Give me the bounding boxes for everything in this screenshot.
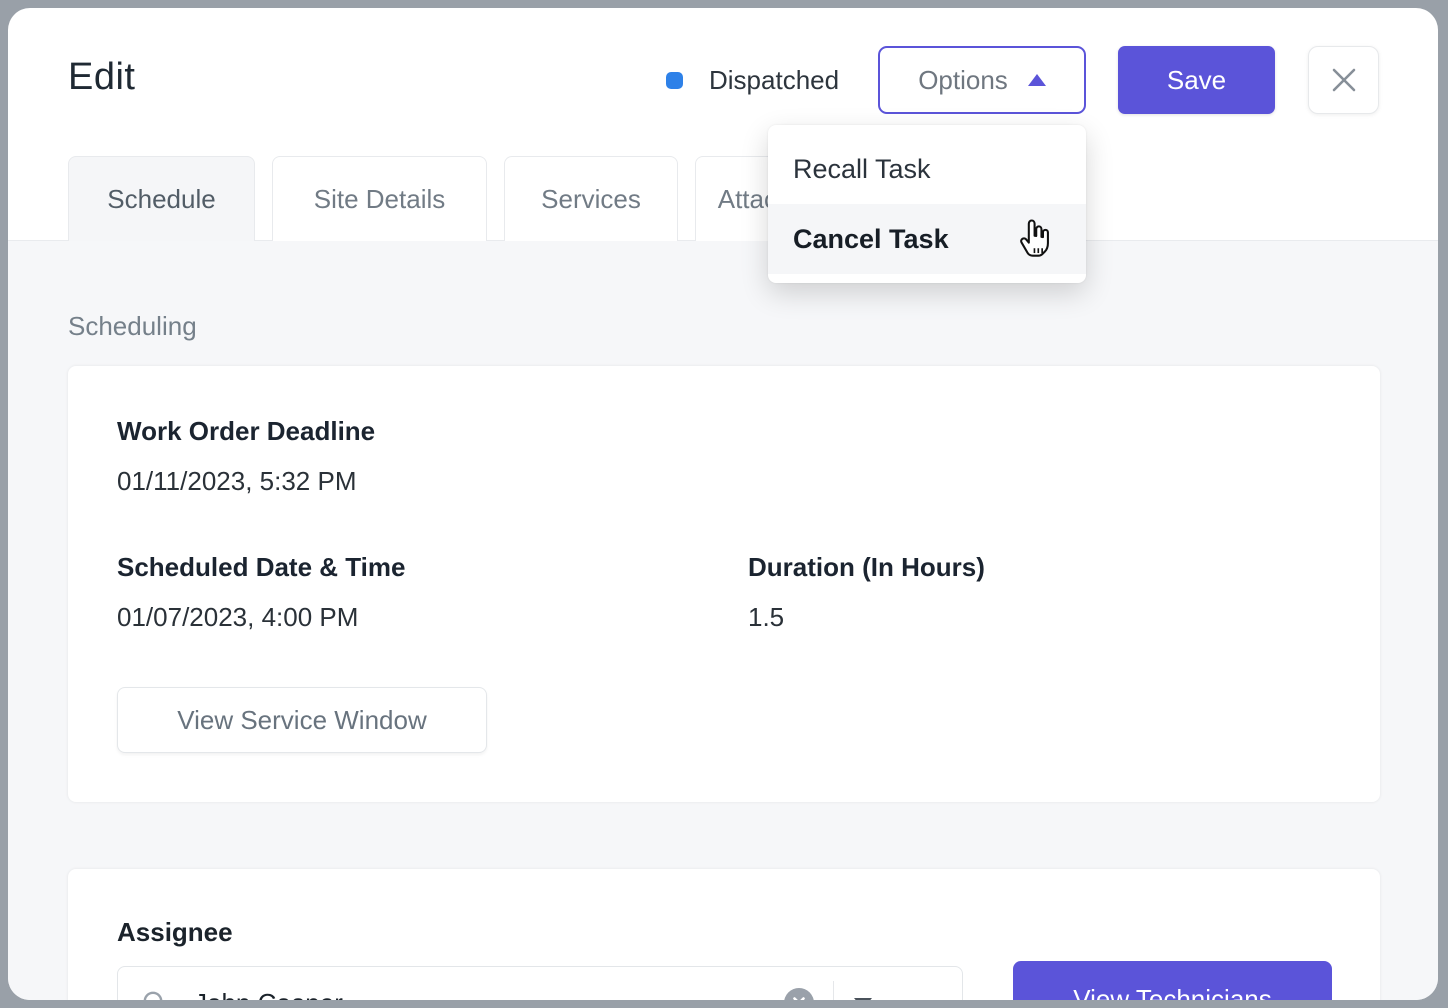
assignee-card: Assignee View Technicians (68, 869, 1380, 1000)
status-label: Dispatched (709, 65, 839, 96)
work-order-deadline-value: 01/11/2023, 5:32 PM (117, 466, 356, 497)
tab-bar: Schedule Site Details Services Attachmen… (68, 156, 885, 241)
options-dropdown-menu: Recall Task Cancel Task (768, 125, 1086, 283)
work-order-deadline-label: Work Order Deadline (117, 416, 375, 447)
tab-site-details-label: Site Details (314, 184, 446, 215)
close-icon (1330, 66, 1358, 94)
close-button[interactable] (1308, 46, 1379, 114)
menu-item-recall-task[interactable]: Recall Task (768, 134, 1086, 204)
view-service-window-button[interactable]: View Service Window (117, 687, 487, 753)
chevron-down-icon[interactable] (854, 998, 872, 1001)
assignee-search-box (117, 966, 963, 1000)
tab-content-schedule: Scheduling Work Order Deadline 01/11/202… (8, 240, 1438, 1000)
scheduled-date-time-label: Scheduled Date & Time (117, 552, 406, 583)
status-badge: Dispatched (666, 46, 839, 114)
status-dot-icon (666, 72, 683, 89)
scheduling-card: Work Order Deadline 01/11/2023, 5:32 PM … (68, 366, 1380, 802)
save-button[interactable]: Save (1118, 46, 1275, 114)
scheduled-date-time-value: 01/07/2023, 4:00 PM (117, 602, 358, 633)
page-title: Edit (68, 56, 135, 99)
menu-item-cancel-task[interactable]: Cancel Task (768, 204, 1086, 274)
menu-item-recall-task-label: Recall Task (793, 154, 931, 185)
view-technicians-button[interactable]: View Technicians (1013, 961, 1332, 1000)
hand-cursor-icon (1013, 218, 1057, 262)
tab-schedule[interactable]: Schedule (68, 156, 255, 241)
edit-task-modal: Edit Dispatched Options Save Schedule Si… (8, 8, 1438, 1000)
duration-label: Duration (In Hours) (748, 552, 985, 583)
chevron-up-icon (1028, 74, 1046, 86)
search-icon (140, 988, 170, 1000)
scheduling-section-title: Scheduling (68, 311, 197, 342)
save-button-label: Save (1167, 65, 1226, 96)
tab-services[interactable]: Services (504, 156, 678, 241)
view-technicians-label: View Technicians (1073, 984, 1272, 1001)
menu-item-cancel-task-label: Cancel Task (793, 224, 949, 255)
clear-search-button[interactable] (784, 988, 814, 1000)
divider (833, 981, 834, 1000)
tab-site-details[interactable]: Site Details (272, 156, 487, 241)
clear-icon (792, 996, 806, 1000)
view-service-window-label: View Service Window (177, 705, 427, 736)
options-button-label: Options (918, 65, 1008, 96)
tab-schedule-label: Schedule (107, 184, 215, 215)
options-button[interactable]: Options (878, 46, 1086, 114)
assignee-search-input[interactable] (194, 988, 784, 1001)
tab-services-label: Services (541, 184, 641, 215)
duration-value: 1.5 (748, 602, 784, 633)
assignee-label: Assignee (117, 917, 233, 948)
